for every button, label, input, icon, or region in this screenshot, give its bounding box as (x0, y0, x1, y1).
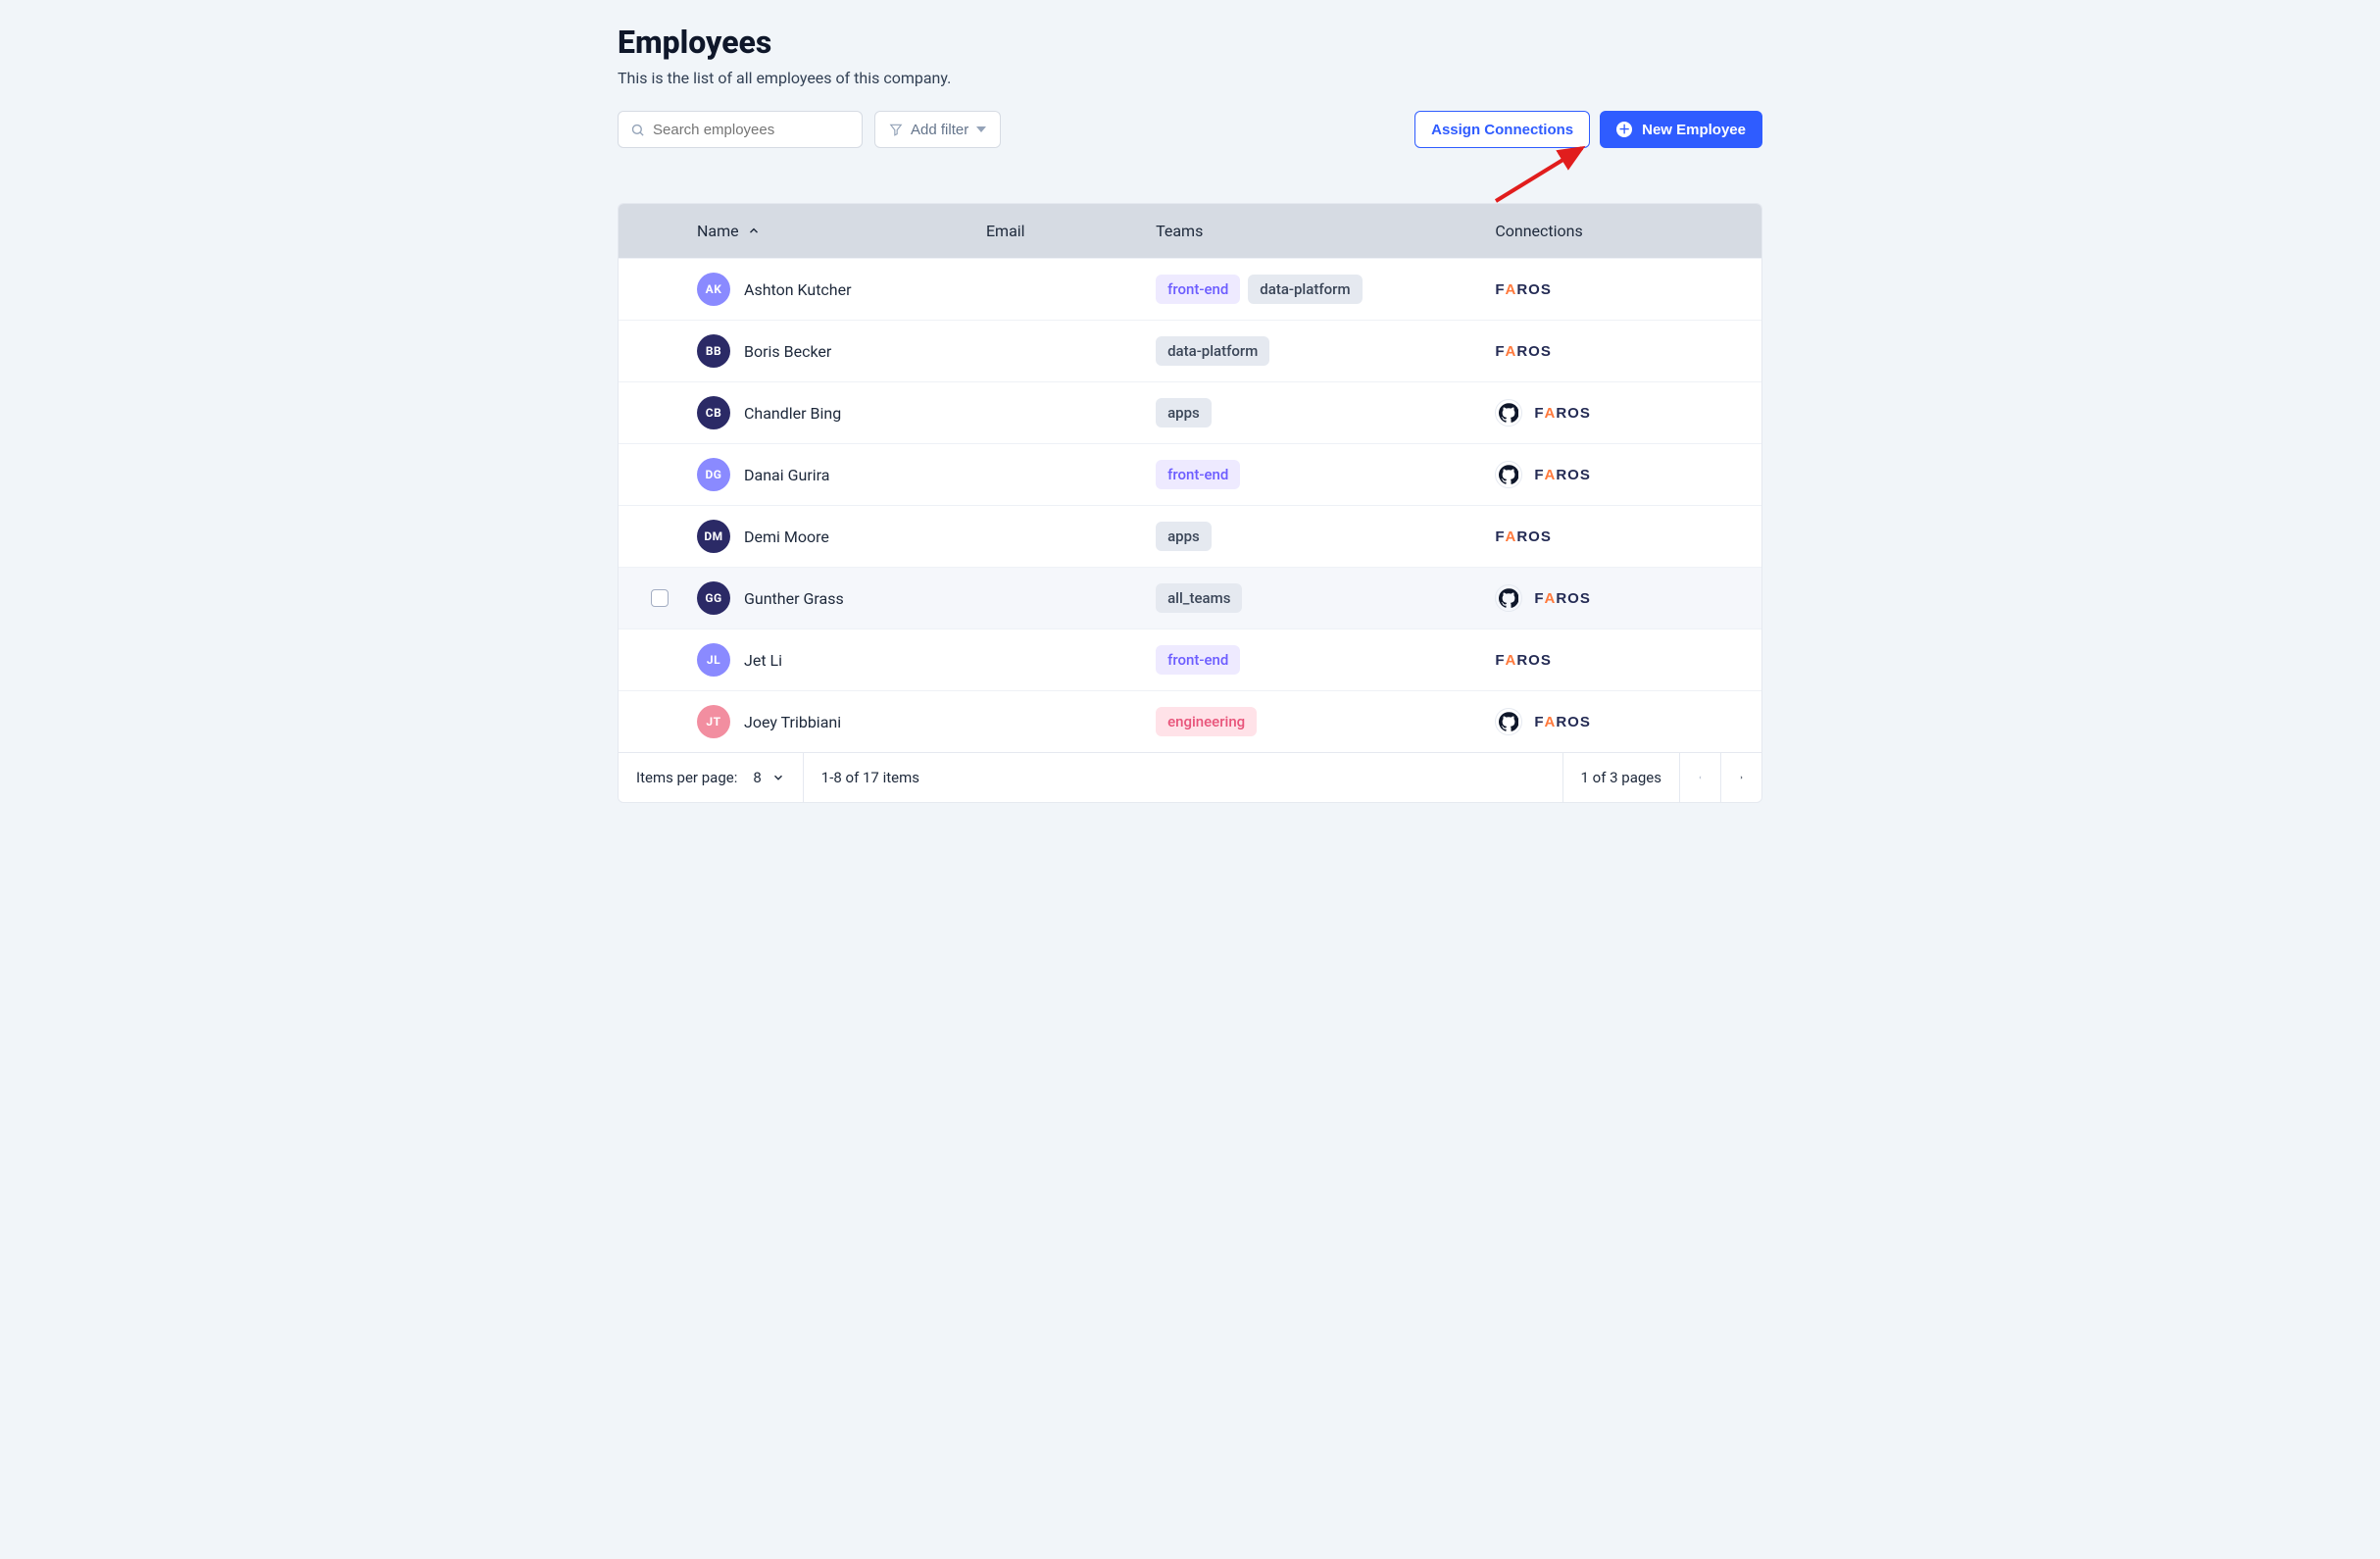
connections-cell: FAROS (1495, 399, 1750, 427)
row-checkbox[interactable] (651, 589, 669, 607)
github-icon (1495, 461, 1522, 488)
faros-logo-icon: FAROS (1534, 405, 1591, 422)
search-icon (630, 123, 645, 137)
avatar: CB (697, 396, 730, 429)
teams-cell: engineering (1156, 707, 1495, 736)
faros-logo-icon: FAROS (1495, 652, 1552, 669)
faros-logo-icon: FAROS (1495, 281, 1552, 298)
column-header-connections[interactable]: Connections (1495, 222, 1750, 240)
pagination-page-info: 1 of 3 pages (1562, 753, 1680, 802)
github-icon (1495, 399, 1522, 427)
employee-name: Demi Moore (744, 528, 829, 546)
connections-cell: FAROS (1495, 343, 1750, 360)
faros-logo-icon: FAROS (1495, 343, 1552, 360)
table-row[interactable]: DM Demi Moore apps FAROS (619, 505, 1761, 567)
filter-icon (889, 123, 903, 136)
employees-table: Name Email Teams Connections AK Ashton Ku… (618, 203, 1762, 803)
items-per-page[interactable]: Items per page: 8 (619, 753, 804, 802)
annotation-arrow-icon (1488, 140, 1596, 209)
avatar: AK (697, 273, 730, 306)
teams-cell: apps (1156, 398, 1495, 427)
new-employee-button[interactable]: ＋ New Employee (1600, 111, 1762, 148)
connections-cell: FAROS (1495, 652, 1750, 669)
employee-name: Gunther Grass (744, 589, 844, 608)
employee-name: Ashton Kutcher (744, 280, 852, 299)
connections-cell: FAROS (1495, 461, 1750, 488)
avatar: JL (697, 643, 730, 677)
table-header: Name Email Teams Connections (619, 204, 1761, 258)
avatar: DM (697, 520, 730, 553)
chevron-left-icon (1698, 770, 1703, 785)
connections-cell: FAROS (1495, 281, 1750, 298)
team-tag[interactable]: apps (1156, 398, 1212, 427)
team-tag[interactable]: front-end (1156, 645, 1240, 675)
pagination-range: 1-8 of 17 items (804, 753, 937, 802)
toolbar: Add filter Assign Connections ＋ New Empl… (618, 111, 1762, 148)
avatar: BB (697, 334, 730, 368)
team-tag[interactable]: all_teams (1156, 583, 1242, 613)
table-row[interactable]: BB Boris Becker data-platform FAROS (619, 320, 1761, 381)
team-tag[interactable]: data-platform (1248, 275, 1362, 304)
teams-cell: front-end data-platform (1156, 275, 1495, 304)
pagination-prev-button[interactable] (1679, 753, 1720, 802)
table-row[interactable]: CB Chandler Bing apps FAROS (619, 381, 1761, 443)
column-header-name[interactable]: Name (689, 222, 986, 240)
chevron-down-icon (771, 771, 785, 784)
faros-logo-icon: FAROS (1534, 714, 1591, 730)
table-row[interactable]: JT Joey Tribbiani engineering FAROS (619, 690, 1761, 752)
avatar: JT (697, 705, 730, 738)
table-row[interactable]: JL Jet Li front-end FAROS (619, 629, 1761, 690)
employee-name: Jet Li (744, 651, 782, 670)
team-tag[interactable]: engineering (1156, 707, 1257, 736)
sort-asc-icon (747, 225, 761, 238)
team-tag[interactable]: front-end (1156, 275, 1240, 304)
add-filter-button[interactable]: Add filter (874, 111, 1001, 148)
connections-cell: FAROS (1495, 708, 1750, 735)
search-input[interactable] (653, 122, 850, 138)
faros-logo-icon: FAROS (1534, 467, 1591, 483)
team-tag[interactable]: front-end (1156, 460, 1240, 489)
github-icon (1495, 584, 1522, 612)
assign-connections-button[interactable]: Assign Connections (1414, 111, 1590, 148)
avatar: GG (697, 581, 730, 615)
teams-cell: front-end (1156, 645, 1495, 675)
employee-name: Chandler Bing (744, 404, 841, 423)
teams-cell: apps (1156, 522, 1495, 551)
caret-down-icon (976, 125, 986, 134)
faros-logo-icon: FAROS (1534, 590, 1591, 607)
teams-cell: front-end (1156, 460, 1495, 489)
table-row[interactable]: GG Gunther Grass all_teams FAROS (619, 567, 1761, 629)
plus-circle-icon: ＋ (1616, 122, 1632, 137)
pagination-next-button[interactable] (1720, 753, 1761, 802)
page-subtitle: This is the list of all employees of thi… (618, 69, 1762, 87)
table-footer: Items per page: 8 1-8 of 17 items 1 of 3… (619, 752, 1761, 802)
add-filter-label: Add filter (911, 122, 968, 138)
table-row[interactable]: DG Danai Gurira front-end FAROS (619, 443, 1761, 505)
column-header-email[interactable]: Email (986, 222, 1156, 240)
employee-name: Boris Becker (744, 342, 831, 361)
employee-name: Danai Gurira (744, 466, 829, 484)
team-tag[interactable]: apps (1156, 522, 1212, 551)
chevron-right-icon (1739, 770, 1744, 785)
column-header-teams[interactable]: Teams (1156, 222, 1495, 240)
table-row[interactable]: AK Ashton Kutcher front-end data-platform FA… (619, 258, 1761, 320)
search-input-wrap[interactable] (618, 111, 863, 148)
teams-cell: all_teams (1156, 583, 1495, 613)
faros-logo-icon: FAROS (1495, 528, 1552, 545)
connections-cell: FAROS (1495, 584, 1750, 612)
team-tag[interactable]: data-platform (1156, 336, 1269, 366)
page-title: Employees (618, 24, 1762, 61)
employee-name: Joey Tribbiani (744, 713, 841, 731)
avatar: DG (697, 458, 730, 491)
github-icon (1495, 708, 1522, 735)
teams-cell: data-platform (1156, 336, 1495, 366)
connections-cell: FAROS (1495, 528, 1750, 545)
